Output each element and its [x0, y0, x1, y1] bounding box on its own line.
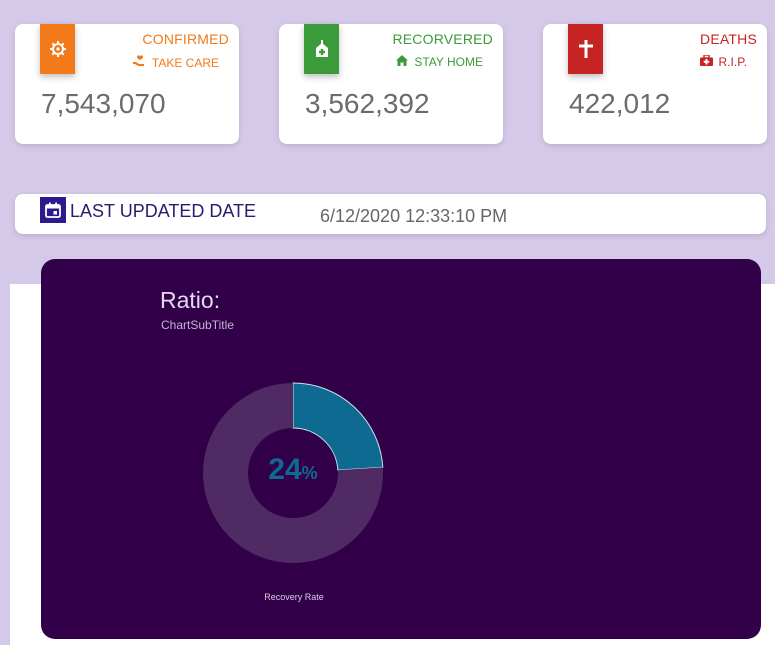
confirmed-card: CONFIRMED TAKE CARE 7,543,070: [15, 24, 239, 144]
hospital-icon: [304, 24, 339, 74]
virus-icon: [40, 24, 75, 74]
confirmed-count: 7,543,070: [41, 88, 166, 119]
recovered-card: RECORVERED STAY HOME 3,562,392: [279, 24, 503, 144]
home-icon: [396, 55, 409, 69]
deaths-count: 422,012: [569, 88, 671, 119]
cross-icon: [568, 24, 603, 74]
last-updated-bar: LAST UPDATED DATE 6/12/2020 12:33:10 PM: [15, 194, 766, 234]
center-value: 24: [268, 453, 302, 486]
last-updated-date: 6/12/2020 12:33:10 PM: [320, 206, 508, 226]
confirmed-subtitle: TAKE CARE: [132, 55, 219, 70]
legend-series-name: Recovery Rate: [264, 592, 324, 602]
deaths-card: DEATHS R.I.P. 422,012: [543, 24, 767, 144]
recovered-subtitle: STAY HOME: [396, 55, 483, 69]
recovered-count: 3,562,392: [305, 88, 430, 119]
donut-center-label: 24%: [253, 453, 333, 487]
recovered-subtitle-text: STAY HOME: [414, 55, 483, 69]
deaths-title: DEATHS: [700, 31, 757, 47]
confirmed-subtitle-text: TAKE CARE: [151, 55, 219, 70]
deaths-subtitle: R.I.P.: [699, 54, 747, 69]
confirmed-title: CONFIRMED: [142, 31, 229, 47]
ratio-chart: Ratio: ChartSubTitle 24% Recovery Rate: [41, 259, 761, 639]
center-unit: %: [301, 463, 318, 483]
hand-heart-icon: [132, 55, 146, 70]
deaths-subtitle-text: R.I.P.: [718, 55, 747, 69]
calendar-icon: [40, 197, 66, 223]
donut-chart: [203, 382, 384, 563]
recovered-title: RECORVERED: [392, 31, 493, 47]
last-updated-label: LAST UPDATED DATE: [70, 201, 257, 221]
medical-kit-icon: [699, 54, 713, 69]
